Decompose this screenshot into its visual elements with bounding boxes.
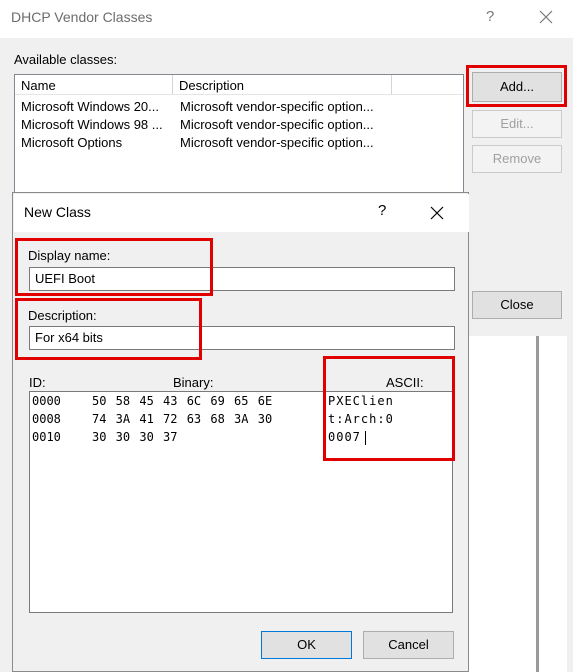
hex-row-ascii[interactable]: t:Arch:0 bbox=[328, 412, 394, 426]
description-label: Description: bbox=[28, 308, 97, 323]
hex-row-id: 0000 bbox=[32, 394, 61, 408]
column-header-empty bbox=[392, 75, 463, 95]
column-header-name[interactable]: Name bbox=[15, 75, 173, 95]
display-name-label: Display name: bbox=[28, 248, 111, 263]
hex-row-bytes[interactable]: 30 30 30 37 bbox=[92, 430, 177, 444]
divider bbox=[536, 336, 539, 672]
edit-button[interactable]: Edit... bbox=[472, 110, 562, 138]
hex-row-bytes[interactable]: 50 58 45 43 6C 69 65 6E bbox=[92, 394, 272, 408]
close-icon[interactable] bbox=[538, 9, 554, 25]
close-button[interactable]: Close bbox=[472, 291, 562, 319]
list-item-name[interactable]: Microsoft Windows 98 ... bbox=[21, 117, 163, 132]
list-item-description[interactable]: Microsoft vendor-specific option... bbox=[180, 117, 374, 132]
new-class-title: New Class bbox=[24, 204, 91, 220]
hex-row-id: 0010 bbox=[32, 430, 61, 444]
available-classes-label: Available classes: bbox=[14, 52, 118, 67]
close-icon[interactable] bbox=[429, 205, 445, 221]
hex-row-ascii[interactable]: 0007 bbox=[328, 430, 361, 444]
divider bbox=[567, 336, 573, 672]
hex-row-bytes[interactable]: 74 3A 41 72 63 68 3A 30 bbox=[92, 412, 272, 426]
text-cursor bbox=[365, 431, 366, 445]
list-item-description[interactable]: Microsoft vendor-specific option... bbox=[180, 135, 374, 150]
hex-row-ascii[interactable]: PXEClien bbox=[328, 394, 394, 408]
new-class-dialog: New Class ? Display name: UEFI Boot Desc… bbox=[12, 192, 469, 672]
child-help-button[interactable]: ? bbox=[378, 202, 386, 219]
binary-data-editor[interactable]: 0000 50 58 45 43 6C 69 65 6E PXEClien 00… bbox=[29, 391, 453, 613]
background-window-area bbox=[469, 336, 573, 672]
id-label: ID: bbox=[29, 375, 46, 390]
list-item-name[interactable]: Microsoft Options bbox=[21, 135, 122, 150]
display-name-field[interactable]: UEFI Boot bbox=[29, 267, 455, 291]
binary-label: Binary: bbox=[173, 375, 214, 390]
ok-button[interactable]: OK bbox=[261, 631, 352, 659]
cancel-button[interactable]: Cancel bbox=[363, 631, 454, 659]
remove-button[interactable]: Remove bbox=[472, 145, 562, 173]
parent-dialog-title: DHCP Vendor Classes bbox=[11, 9, 153, 25]
column-header-description[interactable]: Description bbox=[173, 75, 392, 95]
hex-row-id: 0008 bbox=[32, 412, 61, 426]
add-button[interactable]: Add... bbox=[472, 72, 562, 102]
parent-help-button[interactable]: ? bbox=[486, 8, 494, 25]
list-item-name[interactable]: Microsoft Windows 20... bbox=[21, 99, 159, 114]
ascii-label: ASCII: bbox=[386, 375, 424, 390]
description-field[interactable]: For x64 bits bbox=[29, 326, 455, 350]
list-item-description[interactable]: Microsoft vendor-specific option... bbox=[180, 99, 374, 114]
